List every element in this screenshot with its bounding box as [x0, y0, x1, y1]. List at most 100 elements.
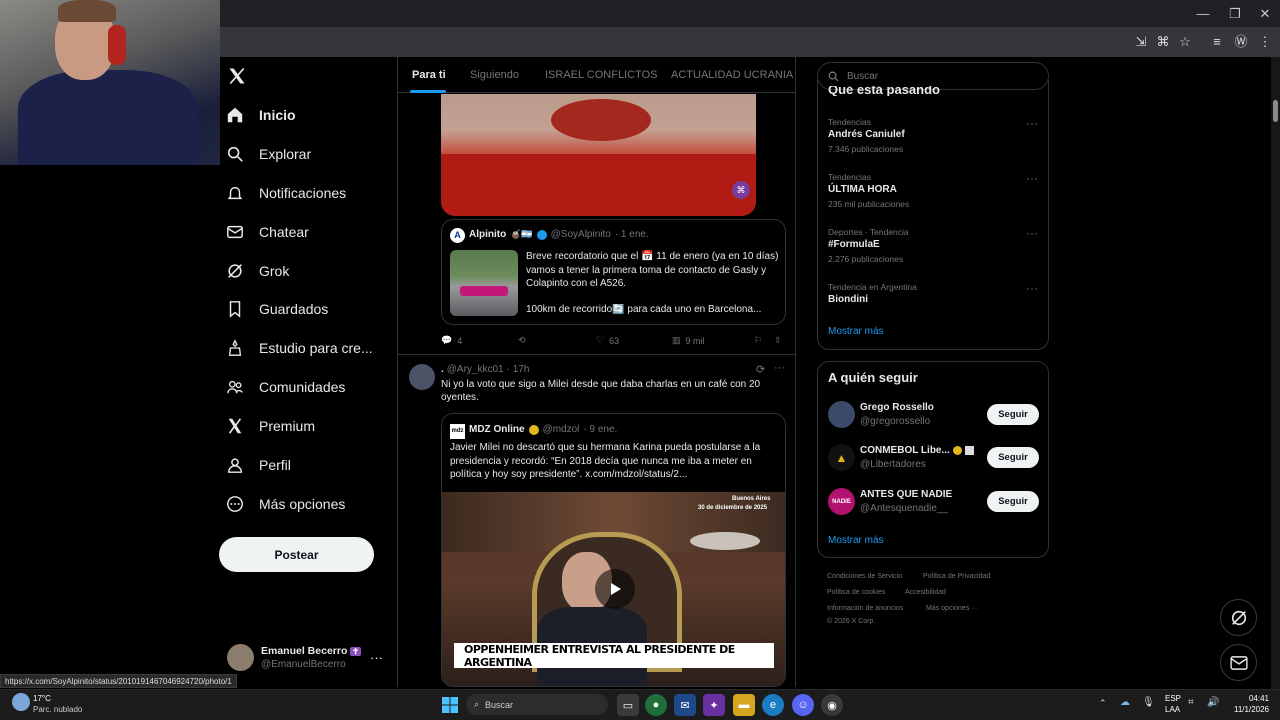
file-explorer-icon[interactable]: ▬ [733, 694, 755, 716]
volume-icon[interactable]: 🔊 [1207, 697, 1219, 708]
copilot-icon[interactable]: ✦ [703, 694, 725, 716]
play-button[interactable] [595, 569, 635, 609]
footer-accessibility[interactable]: Accesibilidad [905, 589, 946, 596]
reply-button[interactable]: 💬 4 [441, 335, 462, 346]
footer-more[interactable]: Más opciones ··· [926, 605, 978, 612]
quoted-author: Alpinito 🧉🇦🇷 @SoyAlpinito · 1 ene. [469, 229, 649, 240]
weather-icon[interactable] [12, 693, 30, 711]
grok-fab[interactable] [1220, 599, 1257, 636]
close-icon[interactable]: ✕ [1250, 4, 1280, 24]
taskbar-search[interactable]: ⌕ Buscar [466, 694, 608, 715]
avatar[interactable] [227, 644, 254, 671]
install-app-icon[interactable]: ⇲ [1132, 33, 1150, 51]
quoted-text-2: 100km de recorrido🔄 para cada uno en Bar… [526, 304, 762, 315]
sidebar-item-comunidades[interactable]: Comunidades [225, 369, 345, 405]
chrome-icon[interactable]: ● [645, 694, 667, 716]
post-author: . @Ary_kkc01 · 17h [441, 364, 530, 375]
trend-category: Tendencias [828, 172, 872, 182]
language-indicator[interactable]: ESP [1165, 694, 1181, 703]
follow-show-more[interactable]: Mostrar más [828, 535, 884, 546]
trend-more-icon[interactable]: ··· [1026, 171, 1038, 185]
avatar[interactable]: ▲ [828, 444, 855, 471]
follow-name[interactable]: Grego Rossello [860, 402, 934, 413]
trend-more-icon[interactable]: ··· [1026, 226, 1038, 240]
bookmark-icon[interactable]: ⚐ [754, 335, 762, 346]
mic-icon[interactable]: 🎙 [1142, 697, 1155, 708]
trend-more-icon[interactable]: ··· [1026, 116, 1038, 130]
avatar[interactable]: NADIE [828, 488, 855, 515]
avatar[interactable] [409, 364, 435, 390]
follow-name[interactable]: CONMEBOL Libe... [860, 445, 974, 456]
account-menu-icon[interactable]: ··· [370, 650, 383, 665]
trend-count: 2.276 publicaciones [828, 254, 904, 264]
tray-expand-icon[interactable]: ⌃ [1099, 698, 1107, 709]
follow-button[interactable]: Seguir [987, 491, 1039, 512]
language-layout[interactable]: LAA [1165, 705, 1180, 714]
sidebar-item-estudio-para-cre[interactable]: Estudio para cre... [225, 330, 373, 366]
follow-button[interactable]: Seguir [987, 404, 1039, 425]
tab-israel-conflictos[interactable]: ISRAEL CONFLICTOS [545, 57, 657, 93]
footer-terms[interactable]: Condiciones de Servicio [827, 573, 902, 580]
messages-fab[interactable] [1220, 644, 1257, 681]
x-logo-icon[interactable] [225, 64, 249, 88]
task-view-icon[interactable]: ▭ [617, 694, 639, 716]
quoted-thumbnail[interactable] [450, 250, 518, 316]
share-icon[interactable]: ⇧ [774, 335, 782, 346]
reply-icon: 💬 [441, 335, 453, 345]
onedrive-icon[interactable]: ☁ [1120, 697, 1130, 708]
active-tab-indicator [410, 90, 446, 93]
outlook-icon[interactable]: ✉ [674, 694, 696, 716]
post-image[interactable] [441, 94, 756, 216]
edge-icon[interactable]: e [762, 694, 784, 716]
star-icon[interactable]: ☆ [1176, 33, 1194, 51]
trend-more-icon[interactable]: ··· [1026, 281, 1038, 295]
repost-button[interactable]: ⟲ [518, 335, 526, 346]
tab-siguiendo[interactable]: Siguiendo [470, 57, 519, 93]
sidebar-item-más-opciones[interactable]: Más opciones [225, 486, 345, 522]
discord-icon[interactable]: ☺ [792, 694, 814, 716]
avatar[interactable] [828, 401, 855, 428]
sidebar-item-grok[interactable]: Grok [225, 253, 289, 289]
tab-actualidad-ucrania[interactable]: ACTUALIDAD UCRANIA [671, 57, 793, 93]
clock-date[interactable]: 11/1/2026 [1225, 705, 1269, 714]
kebab-menu-icon[interactable]: ⋮ [1256, 33, 1274, 51]
scrollbar[interactable] [1271, 57, 1280, 689]
views-button[interactable]: ▥ 9 mil [672, 335, 705, 346]
quoted-text: Breve recordatorio que el 📅 11 de enero … [526, 251, 779, 289]
like-button[interactable]: ♡ 63 [596, 335, 619, 346]
translate-icon[interactable]: ⌘ [1154, 33, 1172, 51]
tab-para-ti[interactable]: Para ti [412, 57, 446, 93]
network-icon[interactable]: ⌗ [1188, 697, 1194, 708]
verified-icon [528, 424, 539, 435]
follow-name[interactable]: ANTES QUE NADIE [860, 489, 952, 500]
footer-ads-info[interactable]: Información de anuncios [827, 605, 903, 612]
obs-icon[interactable]: ◉ [821, 694, 843, 716]
quoted-post[interactable]: A Alpinito 🧉🇦🇷 @SoyAlpinito · 1 ene. Brev… [441, 219, 786, 325]
sidebar-item-explorar[interactable]: Explorar [225, 136, 311, 172]
verified-icon [536, 229, 547, 240]
scrollbar-thumb[interactable] [1273, 100, 1278, 122]
post-button[interactable]: Postear [219, 537, 374, 572]
footer-privacy[interactable]: Política de Privacidad [923, 573, 990, 580]
sidebar-item-label: Explorar [259, 146, 312, 162]
sidebar-item-notificaciones[interactable]: Notificaciones [225, 175, 346, 211]
sidebar-item-chatear[interactable]: Chatear [225, 214, 309, 250]
maximize-icon[interactable]: ❐ [1220, 4, 1250, 24]
sidebar-item-premium[interactable]: Premium [225, 408, 315, 444]
sidebar-item-label: Chatear [259, 224, 309, 240]
grok-icon[interactable]: ⟳ [756, 363, 765, 376]
windows-start-icon[interactable] [439, 694, 461, 716]
sidebar-item-perfil[interactable]: Perfil [225, 447, 291, 483]
more-icon[interactable]: ··· [774, 362, 785, 374]
quoted-post[interactable]: mdz MDZ Online @mdzol · 9 ene. Javier Mi… [441, 413, 786, 687]
minimize-icon[interactable]: — [1188, 4, 1218, 24]
follow-button[interactable]: Seguir [987, 447, 1039, 468]
grok-image-icon[interactable]: ⌘ [732, 181, 750, 199]
sidebar-item-inicio[interactable]: Inicio [225, 97, 296, 133]
extension-icon[interactable]: Ⓦ [1232, 33, 1250, 51]
trends-show-more[interactable]: Mostrar más [828, 326, 884, 337]
clock-time[interactable]: 04:41 [1225, 694, 1269, 703]
sidebar-item-guardados[interactable]: Guardados [225, 291, 328, 327]
footer-cookies[interactable]: Política de cookies [827, 589, 885, 596]
reading-list-icon[interactable]: ≡ [1208, 33, 1226, 51]
